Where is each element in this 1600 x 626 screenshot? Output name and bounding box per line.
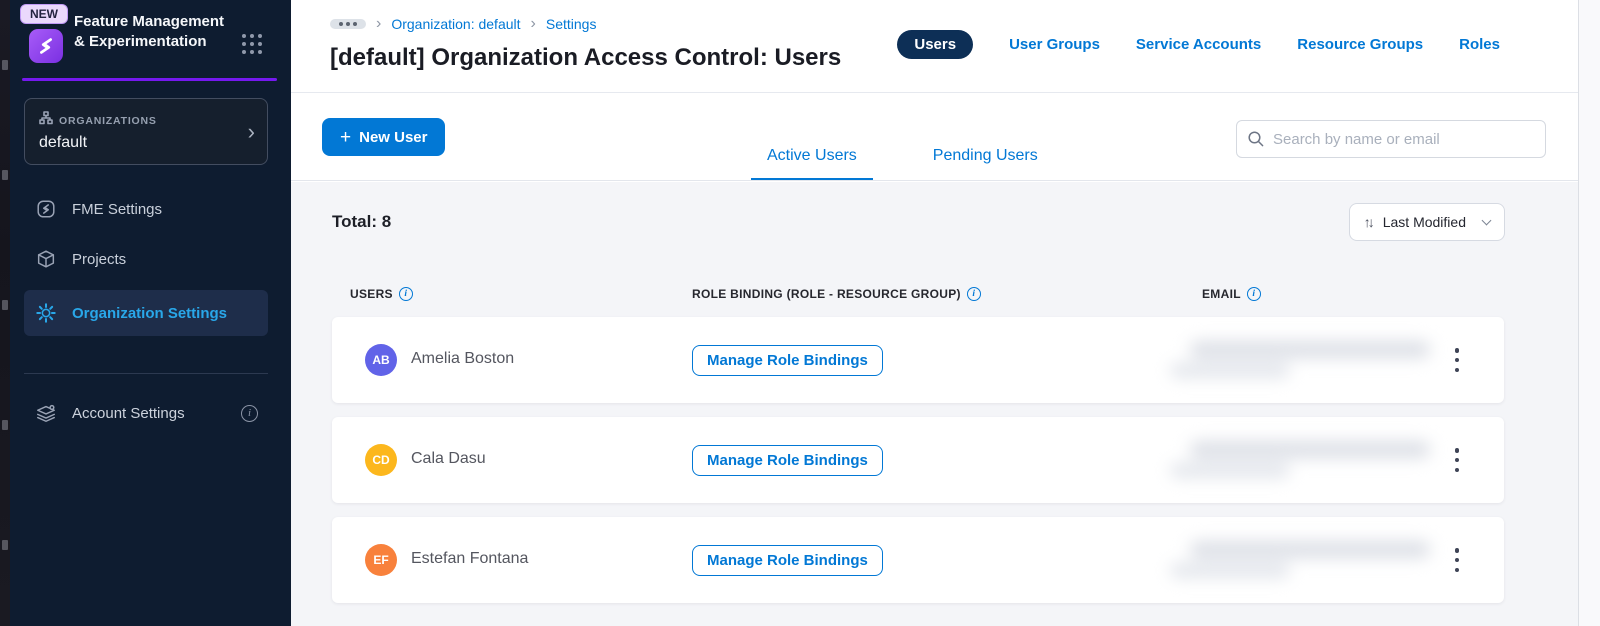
- column-header-email: EMAIL: [1202, 287, 1241, 301]
- sort-dropdown-value: Last Modified: [1382, 214, 1466, 230]
- org-hierarchy-icon: [39, 111, 53, 130]
- breadcrumb: › Organization: default › Settings: [330, 16, 596, 32]
- table-row: CD Cala Dasu Manage Role Bindings: [332, 417, 1504, 503]
- chevron-right-icon: ›: [247, 119, 255, 144]
- tab-users[interactable]: Users: [897, 30, 974, 59]
- info-icon[interactable]: i: [1246, 287, 1261, 301]
- sidebar-item-label: Projects: [72, 250, 127, 268]
- sidebar-menu: FME Settings Projects Organization Setti…: [24, 190, 268, 336]
- organization-selector[interactable]: ORGANIZATIONS default ›: [24, 98, 268, 165]
- gear-icon: [34, 302, 58, 324]
- app-title: Feature Management & Experimentation: [74, 13, 225, 50]
- search-box: [1236, 120, 1546, 158]
- header-accent-rule: [22, 78, 277, 81]
- new-user-button-label: New User: [359, 128, 428, 146]
- breadcrumb-link-organization[interactable]: Organization: default: [391, 16, 520, 32]
- sort-dropdown[interactable]: ↑↓ Last Modified: [1348, 203, 1505, 241]
- cube-icon: [34, 248, 58, 270]
- table-header-row: USERS i ROLE BINDING (ROLE - RESOURCE GR…: [332, 287, 1505, 303]
- sidebar-divider: [24, 373, 268, 374]
- layers-gear-icon: [34, 402, 58, 424]
- breadcrumb-link-settings[interactable]: Settings: [546, 16, 597, 32]
- row-menu-kebab-icon[interactable]: [1450, 348, 1464, 372]
- tab-active-users[interactable]: Active Users: [751, 147, 873, 180]
- manage-role-bindings-button[interactable]: Manage Role Bindings: [692, 545, 883, 576]
- org-selector-label: ORGANIZATIONS: [59, 114, 157, 127]
- avatar: EF: [365, 544, 397, 576]
- column-header-role-binding: ROLE BINDING (ROLE - RESOURCE GROUP): [692, 287, 961, 301]
- total-count: Total: 8: [332, 212, 392, 231]
- users-list-panel: Total: 8 ↑↓ Last Modified USERS i ROLE B…: [291, 182, 1578, 626]
- access-control-tabs: Users User Groups Service Accounts Resou…: [897, 30, 1500, 59]
- new-user-button[interactable]: + New User: [322, 118, 446, 156]
- tab-service-accounts[interactable]: Service Accounts: [1136, 36, 1261, 53]
- tab-roles[interactable]: Roles: [1459, 36, 1500, 53]
- info-icon[interactable]: i: [966, 287, 981, 301]
- app-switcher-grid-icon[interactable]: [242, 34, 263, 55]
- scrollbar-gutter[interactable]: [1578, 0, 1600, 626]
- search-input[interactable]: [1236, 120, 1546, 158]
- manage-role-bindings-button[interactable]: Manage Role Bindings: [692, 445, 883, 476]
- info-icon[interactable]: i: [398, 287, 413, 301]
- chevron-down-icon: [1481, 215, 1492, 226]
- tab-user-groups[interactable]: User Groups: [1009, 36, 1100, 53]
- breadcrumb-ellipsis-button[interactable]: [330, 19, 366, 29]
- main-panel: › Organization: default › Settings [defa…: [291, 0, 1578, 626]
- toolbar: + New User Active Users Pending Users: [291, 94, 1578, 181]
- app-window: NEW Feature Management & Experimentation…: [0, 0, 1600, 626]
- sort-arrows-icon: ↑↓: [1363, 214, 1375, 230]
- sidebar-item-account-settings[interactable]: Account Settings i: [24, 396, 268, 430]
- plus-icon: +: [340, 126, 352, 148]
- sidebar-item-projects[interactable]: Projects: [24, 240, 268, 278]
- row-menu-kebab-icon[interactable]: [1450, 448, 1464, 472]
- search-icon: [1248, 131, 1264, 147]
- row-menu-kebab-icon[interactable]: [1450, 548, 1464, 572]
- user-state-tabs: Active Users Pending Users: [751, 147, 1054, 180]
- chevron-right-icon: ›: [376, 15, 382, 32]
- page-title: [default] Organization Access Control: U…: [330, 44, 842, 71]
- user-name: Estefan Fontana: [411, 550, 529, 567]
- table-row: EF Estefan Fontana Manage Role Bindings: [332, 517, 1504, 603]
- table-row: AB Amelia Boston Manage Role Bindings: [332, 317, 1504, 403]
- sidebar-item-label: Account Settings: [72, 404, 185, 422]
- sidebar-item-label: FME Settings: [72, 200, 163, 218]
- tab-resource-groups[interactable]: Resource Groups: [1297, 36, 1423, 53]
- background-window-sliver: [0, 0, 10, 626]
- manage-role-bindings-button[interactable]: Manage Role Bindings: [692, 345, 883, 376]
- email-redacted: [1170, 437, 1450, 483]
- org-selector-value: default: [39, 134, 88, 151]
- column-header-users: USERS: [350, 287, 393, 301]
- new-badge: NEW: [20, 4, 68, 24]
- sidebar-item-label: Organization Settings: [72, 304, 228, 322]
- tab-pending-users[interactable]: Pending Users: [917, 147, 1054, 180]
- sidebar-item-fme-settings[interactable]: FME Settings: [24, 190, 268, 228]
- page-header: › Organization: default › Settings [defa…: [291, 0, 1578, 93]
- user-name: Cala Dasu: [411, 450, 486, 467]
- user-name: Amelia Boston: [411, 350, 515, 367]
- avatar: AB: [365, 344, 397, 376]
- email-redacted: [1170, 537, 1450, 583]
- sidebar: NEW Feature Management & Experimentation…: [10, 0, 291, 626]
- split-logo-outline-icon: [34, 198, 58, 220]
- sidebar-item-organization-settings[interactable]: Organization Settings: [24, 290, 268, 336]
- fme-logo-icon[interactable]: [29, 29, 63, 63]
- email-redacted: [1170, 337, 1450, 383]
- info-icon[interactable]: i: [241, 404, 258, 422]
- chevron-right-icon: ›: [530, 15, 536, 32]
- avatar: CD: [365, 444, 397, 476]
